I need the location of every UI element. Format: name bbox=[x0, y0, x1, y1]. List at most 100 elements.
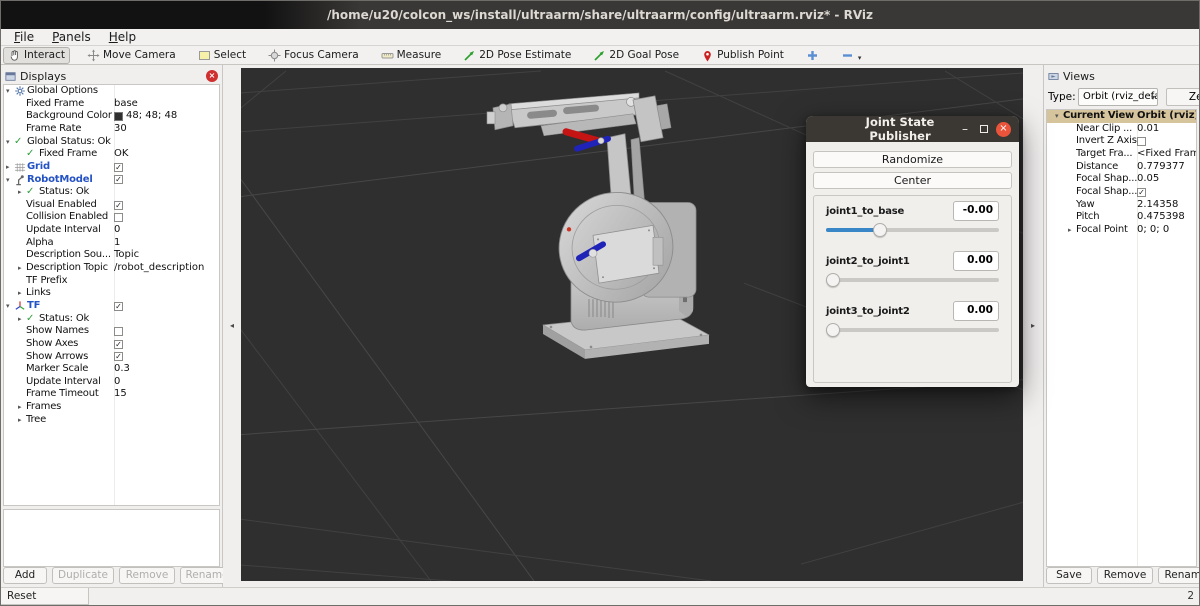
tree-row[interactable]: TF Prefix bbox=[4, 275, 219, 288]
slider-handle[interactable] bbox=[873, 223, 887, 237]
tree-row[interactable]: Visual Enabled✓ bbox=[4, 199, 219, 212]
views-panel-header[interactable]: Views bbox=[1044, 68, 1199, 84]
property-value[interactable]: 0.01 bbox=[1137, 123, 1159, 136]
property-value[interactable]: ✓ bbox=[114, 300, 123, 313]
reset-button[interactable]: Reset bbox=[1, 588, 89, 605]
view-type-combobox[interactable]: Orbit (rviz_defa ▾ bbox=[1078, 88, 1158, 106]
property-value[interactable]: 0.3 bbox=[114, 363, 130, 376]
expander-down-icon[interactable]: ▾ bbox=[1055, 110, 1063, 123]
slider-handle[interactable] bbox=[826, 323, 840, 337]
checkbox-unchecked[interactable] bbox=[1137, 137, 1146, 146]
tool-focus-camera[interactable]: Focus Camera bbox=[263, 47, 364, 64]
expander-down-icon[interactable]: ▾ bbox=[6, 136, 14, 149]
checkbox-checked[interactable]: ✓ bbox=[1137, 188, 1146, 197]
checkbox-checked[interactable]: ✓ bbox=[114, 163, 123, 172]
center-button[interactable]: Center bbox=[813, 172, 1012, 189]
duplicate-button[interactable]: Duplicate bbox=[52, 567, 114, 584]
property-value[interactable]: ✓ bbox=[114, 338, 123, 351]
collapse-left-icon[interactable]: ◂ bbox=[224, 318, 240, 334]
property-value[interactable]: ✓ bbox=[114, 173, 123, 186]
expander-down-icon[interactable]: ▾ bbox=[6, 174, 14, 187]
property-value[interactable]: 15 bbox=[114, 388, 127, 401]
tree-row[interactable]: ▾✓Global Status: Ok bbox=[4, 136, 219, 149]
joint-slider[interactable] bbox=[826, 323, 999, 337]
tree-row[interactable]: Yaw2.14358 bbox=[1047, 198, 1196, 211]
tree-row[interactable]: ▸✓Status: Ok bbox=[4, 313, 219, 326]
tree-row[interactable]: Frame Timeout15 bbox=[4, 388, 219, 401]
tree-row[interactable]: ▸Links bbox=[4, 287, 219, 300]
tree-row[interactable]: Show Names bbox=[4, 325, 219, 338]
checkbox-unchecked[interactable] bbox=[114, 327, 123, 336]
tree-row[interactable]: ▾Global Options bbox=[4, 85, 219, 98]
tree-row[interactable]: Near Clip ...0.01 bbox=[1047, 123, 1196, 136]
randomize-button[interactable]: Randomize bbox=[813, 151, 1012, 168]
expander-right-icon[interactable]: ▸ bbox=[18, 414, 26, 427]
property-value[interactable]: ✓ bbox=[114, 199, 123, 212]
property-value[interactable]: Orbit (rviz) bbox=[1137, 110, 1197, 123]
joint-value-input[interactable]: -0.00 bbox=[953, 201, 999, 221]
property-value[interactable]: base bbox=[114, 98, 138, 111]
property-value[interactable]: 0.475398 bbox=[1137, 211, 1185, 224]
joint-slider[interactable] bbox=[826, 273, 999, 287]
add-button[interactable]: Add bbox=[3, 567, 47, 584]
property-value[interactable]: ✓ bbox=[114, 350, 123, 363]
tree-row[interactable]: Frame Rate30 bbox=[4, 123, 219, 136]
joint-slider[interactable] bbox=[826, 223, 999, 237]
tree-row[interactable]: Background Color48; 48; 48 bbox=[4, 110, 219, 123]
property-value[interactable] bbox=[1137, 135, 1146, 148]
property-value[interactable]: 0 bbox=[114, 224, 120, 237]
tree-row[interactable]: ▾RobotModel✓ bbox=[4, 173, 219, 186]
checkbox-unchecked[interactable] bbox=[114, 213, 123, 222]
zero-button[interactable]: Zero bbox=[1166, 88, 1199, 106]
tree-row[interactable]: ▾TF✓ bbox=[4, 300, 219, 313]
checkbox-checked[interactable]: ✓ bbox=[114, 302, 123, 311]
property-value[interactable]: 0.779377 bbox=[1137, 161, 1185, 174]
menu-item-file[interactable]: File bbox=[5, 30, 43, 44]
tree-row[interactable]: ▸✓Status: Ok bbox=[4, 186, 219, 199]
slider-handle[interactable] bbox=[826, 273, 840, 287]
tool-add-tool-plus-icon[interactable] bbox=[801, 47, 824, 64]
save-button[interactable]: Save bbox=[1046, 567, 1092, 584]
tool-select[interactable]: Select bbox=[193, 47, 251, 64]
property-value[interactable]: 0.05 bbox=[1137, 173, 1159, 186]
expander-right-icon[interactable]: ▸ bbox=[18, 186, 26, 199]
dialog-titlebar[interactable]: Joint State Publisher – × bbox=[806, 116, 1019, 142]
property-value[interactable]: 0 bbox=[114, 376, 120, 389]
tree-row[interactable]: Update Interval0 bbox=[4, 376, 219, 389]
property-value[interactable]: <Fixed Frame> bbox=[1137, 148, 1197, 161]
tree-row[interactable]: ▸Focal Point0; 0; 0 bbox=[1047, 224, 1196, 237]
property-value[interactable]: 2.14358 bbox=[1137, 198, 1178, 211]
tool-2d-pose-estimate[interactable]: 2D Pose Estimate bbox=[458, 47, 576, 64]
expander-down-icon[interactable]: ▾ bbox=[6, 300, 14, 313]
property-value[interactable] bbox=[114, 211, 123, 224]
maximize-icon[interactable] bbox=[980, 125, 988, 133]
tree-row[interactable]: Distance0.779377 bbox=[1047, 161, 1196, 174]
tree-row[interactable]: Collision Enabled bbox=[4, 211, 219, 224]
rename-button[interactable]: Rename bbox=[1158, 567, 1199, 584]
minimize-icon[interactable]: – bbox=[958, 122, 972, 136]
property-value[interactable]: 30 bbox=[114, 123, 127, 136]
tree-row[interactable]: ▸Description Topic/robot_description bbox=[4, 262, 219, 275]
tree-row[interactable]: Show Arrows✓ bbox=[4, 350, 219, 363]
checkbox-checked[interactable]: ✓ bbox=[114, 352, 123, 361]
collapse-right-icon[interactable]: ▸ bbox=[1025, 318, 1041, 334]
tree-row[interactable]: Focal Shap...✓ bbox=[1047, 186, 1196, 199]
displays-panel-header[interactable]: Displays × bbox=[1, 68, 222, 84]
expander-right-icon[interactable]: ▸ bbox=[18, 313, 26, 326]
tree-row[interactable]: Alpha1 bbox=[4, 237, 219, 250]
remove-button[interactable]: Remove bbox=[1097, 567, 1153, 584]
expander-right-icon[interactable]: ▸ bbox=[18, 401, 26, 414]
menu-item-help[interactable]: Help bbox=[100, 30, 145, 44]
tool-interact[interactable]: Interact bbox=[3, 47, 70, 64]
tool-remove-tool-minus-icon[interactable]: ▾ bbox=[836, 47, 867, 64]
expander-down-icon[interactable]: ▾ bbox=[6, 85, 14, 98]
expander-right-icon[interactable]: ▸ bbox=[6, 161, 14, 174]
property-value[interactable]: Topic bbox=[114, 249, 139, 262]
property-value[interactable]: OK bbox=[114, 148, 128, 161]
checkbox-checked[interactable]: ✓ bbox=[114, 340, 123, 349]
remove-button[interactable]: Remove bbox=[119, 567, 175, 584]
tree-row[interactable]: Show Axes✓ bbox=[4, 338, 219, 351]
tool-move-camera[interactable]: Move Camera bbox=[82, 47, 181, 64]
tree-row[interactable]: Pitch0.475398 bbox=[1047, 211, 1196, 224]
tree-row[interactable]: Fixed Framebase bbox=[4, 98, 219, 111]
